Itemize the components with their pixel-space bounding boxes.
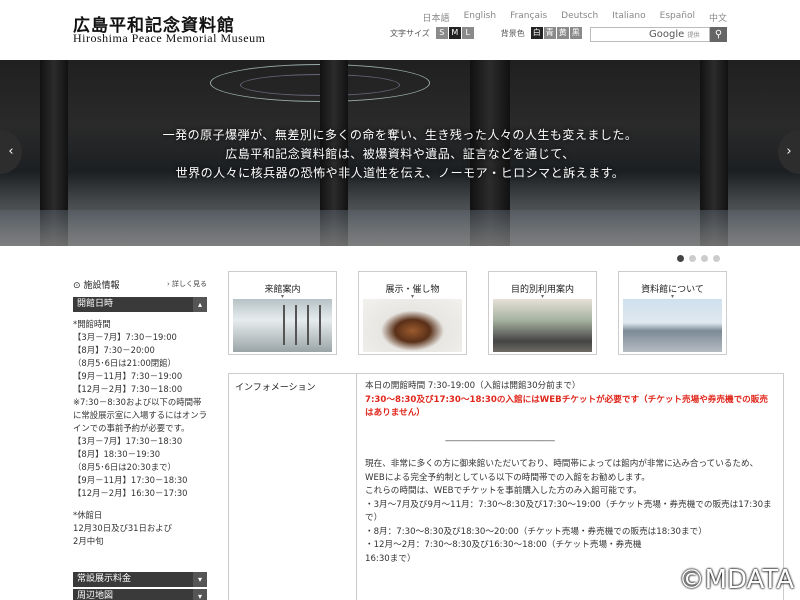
lang-spanish[interactable]: Español	[660, 11, 695, 24]
opening-hours-toggle[interactable]: 開館日時 ▴	[73, 297, 207, 312]
hero-line: 広島平和記念資料館は、被爆資料や遺品、証言などを通じて、	[225, 147, 575, 161]
tile-image	[233, 299, 332, 352]
chevron-up-icon: ▴	[193, 297, 207, 312]
tile-about-museum[interactable]: 資料館について	[618, 271, 727, 355]
info-schedule-item: ・8月：7:30～8:30及び18:30～20:00（チケット売場・券売機での販…	[365, 526, 707, 537]
hours-line: 【8月】18:30－19:30	[73, 449, 161, 459]
info-schedule-item: 16:30まで）	[365, 553, 416, 564]
search-input[interactable]: Google 提供	[590, 27, 710, 42]
info-schedule-item: ・3月～7月及び9月～11月：7:30～8:30及び17:30～19:00（チケ…	[365, 499, 772, 524]
slider-pagination	[677, 255, 720, 262]
quick-links: 来館案内 展示・催し物 目的別利用案内 資料館について	[228, 271, 727, 355]
info-paragraph: 現在、非常に多くの方に御来館いただいており、時間帯によっては館内が非常に込み合っ…	[365, 459, 759, 483]
hours-line: 2月中旬	[73, 536, 104, 546]
site-search: Google 提供 ⚲	[590, 27, 727, 42]
hours-line: （8月5･6日は20:30まで）	[73, 462, 176, 472]
lang-english[interactable]: English	[464, 11, 497, 24]
tile-visit-guide[interactable]: 来館案内	[228, 271, 337, 355]
slider-dot[interactable]	[677, 255, 684, 262]
bg-black-button[interactable]: 黒	[569, 27, 582, 39]
bg-yellow-button[interactable]: 黄	[556, 27, 569, 39]
search-brand-sub: 提供	[687, 32, 700, 39]
slider-dot[interactable]	[701, 255, 708, 262]
hours-line: （8月5･6日は21:00閉館）	[73, 358, 176, 368]
admission-fee-toggle[interactable]: 常設展示料金 ▾	[73, 572, 207, 587]
hours-line: *休館日	[73, 510, 103, 520]
hours-line: 【9月－11月】7:30－19:00	[73, 371, 183, 381]
hours-line: 【12月－2月】7:30－18:00	[73, 384, 183, 394]
tile-label: 資料館について	[619, 272, 726, 299]
area-map-toggle[interactable]: 周辺地図 ▾	[73, 589, 207, 600]
lang-french[interactable]: Français	[510, 11, 547, 24]
bg-white-button[interactable]: 白	[530, 27, 543, 39]
hero-line: 世界の人々に核兵器の恐怖や非人道性を伝え、ノーモア・ヒロシマと訴えます。	[175, 166, 625, 180]
display-controls: 文字サイズ S M L 背景色 白 青 黄 黒	[390, 27, 583, 39]
lang-chinese[interactable]: 中文	[709, 11, 727, 24]
hero-slider: 一発の原子爆弾が、無差別に多くの命を奪い、生き残った人々の人生も変えました。 広…	[0, 60, 800, 246]
admission-fee-title: 常設展示料金	[77, 574, 132, 584]
watermark: ©MDATA	[678, 565, 794, 595]
slider-dot[interactable]	[689, 255, 696, 262]
site-title-en[interactable]: Hiroshima Peace Memorial Museum	[73, 31, 265, 46]
tile-exhibitions[interactable]: 展示・催し物	[358, 271, 467, 355]
slider-dot[interactable]	[713, 255, 720, 262]
lang-japanese[interactable]: 日本語	[423, 11, 450, 24]
hero-message: 一発の原子爆弾が、無差別に多くの命を奪い、生き残った人々の人生も変えました。 広…	[0, 126, 800, 183]
font-size-label: 文字サイズ	[390, 28, 430, 38]
font-size-s-button[interactable]: S	[435, 27, 448, 39]
opening-hours-title: 開館日時	[77, 299, 114, 309]
lang-italian[interactable]: Italiano	[612, 11, 645, 24]
facility-info-heading: 施設情報	[73, 278, 120, 291]
info-hours-today: 本日の開館時間 7:30-19:00（入館は開館30分前まで）	[365, 381, 581, 391]
facility-info-sidebar: 施設情報 › 詳しく見る 開館日時 ▴ *開館時間 【3月－7月】7:30－19…	[73, 277, 207, 548]
chevron-down-icon: ▾	[193, 589, 207, 600]
sidebar-bottom-menu: 常設展示料金 ▾ 周辺地図 ▾	[73, 570, 207, 600]
hours-line: 【12月－2月】16:30－17:30	[73, 488, 188, 498]
hours-line: *開館時間	[73, 319, 111, 329]
info-paragraph: これらの時間は、WEBでチケットを事前購入した方のみ入館可能です。	[365, 486, 642, 496]
search-icon[interactable]: ⚲	[710, 27, 727, 42]
hero-line: 一発の原子爆弾が、無差別に多くの命を奪い、生き残った人々の人生も変えました。	[162, 128, 638, 142]
facility-info-more-link[interactable]: › 詳しく見る	[167, 279, 207, 289]
bg-blue-button[interactable]: 青	[543, 27, 556, 39]
information-heading: インフォメーション	[229, 374, 357, 600]
lang-german[interactable]: Deutsch	[561, 11, 598, 24]
search-brand: Google	[649, 29, 685, 40]
hours-line: 【9月－11月】17:30－18:30	[73, 475, 188, 485]
info-web-ticket-notice: 7:30～8:30及び17:30～18:30の入館にはWEBチケットが必要です（…	[365, 394, 768, 419]
info-divider: ----------------------------------------…	[445, 435, 555, 446]
hours-line: 【3月－7月】17:30－18:30	[73, 436, 183, 446]
font-size-m-button[interactable]: M	[448, 27, 461, 39]
tile-purpose-guide[interactable]: 目的別利用案内	[488, 271, 597, 355]
tile-label: 目的別利用案内	[489, 272, 596, 299]
hours-line: 【3月－7月】7:30－19:00	[73, 332, 177, 342]
language-switcher: 日本語 English Français Deutsch Italiano Es…	[423, 11, 727, 24]
chevron-down-icon: ▾	[193, 572, 207, 587]
font-size-l-button[interactable]: L	[461, 27, 474, 39]
hours-line: 12月30日及び31日および	[73, 523, 172, 533]
opening-hours-content: *開館時間 【3月－7月】7:30－19:00 【8月】7:30－20:00 （…	[73, 312, 207, 548]
tile-label: 展示・催し物	[359, 272, 466, 299]
hours-line: 【8月】7:30－20:00	[73, 345, 155, 355]
hours-line: ※7:30－8:30および以下の時間帯に常設展示室に入場するにはオンラインでの事…	[73, 397, 207, 433]
tile-label: 来館案内	[229, 272, 336, 299]
info-schedule-item: ・12月～2月：7:30～8:30及び16:30～18:00（チケット売場・券売…	[365, 540, 642, 550]
area-map-title: 周辺地図	[77, 591, 114, 600]
bg-color-label: 背景色	[500, 28, 525, 38]
